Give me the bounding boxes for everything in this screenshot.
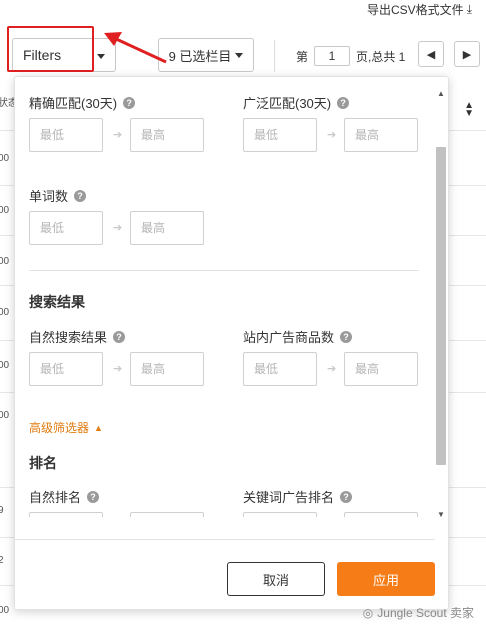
panel-scrollbar[interactable]: ▲ ▼ [434,89,448,519]
watermark-text: Jungle Scout 卖家 [377,606,474,620]
ranking-title: 排名 [29,455,57,471]
filters-panel-body: 精确匹配(30天) ? 最低 ➔ 最高 广泛匹配(30天) ? 最低 ➔ 最高 … [15,77,435,517]
organic-results-text: 自然搜索结果 [29,330,108,345]
help-icon[interactable]: ? [87,490,100,503]
sponsored-products-min-input[interactable]: 最低 [243,352,317,386]
word-count-min-input[interactable]: 最低 [29,211,103,245]
sort-icon[interactable]: ▲ ▼ [464,101,474,119]
table-cell-fragment: 00 [0,605,10,616]
page-number-input[interactable]: 1 [314,46,351,66]
next-page-button[interactable]: ▶ [454,41,480,67]
advanced-filters-text: 高级筛选器 [29,421,90,435]
help-icon[interactable]: ? [337,96,350,109]
broad-match-min-input[interactable]: 最低 [243,118,317,152]
highlight-box [7,26,94,72]
search-results-title: 搜索结果 [29,294,85,310]
help-icon[interactable]: ? [113,330,126,343]
help-icon[interactable]: ? [340,490,353,503]
columns-label: 9 已选栏目 [168,48,232,64]
organic-results-min-input[interactable]: 最低 [29,352,103,386]
sponsored-rank-min-input[interactable] [243,512,317,517]
section-divider [29,270,419,271]
help-icon[interactable]: ? [123,96,136,109]
arrow-right-icon: ➔ [327,363,337,375]
prev-page-button[interactable]: ◀ [418,41,444,67]
sponsored-products-max-input[interactable]: 最高 [344,352,418,386]
word-count-text: 单词数 [29,189,69,204]
broad-match-max-input[interactable]: 最高 [344,118,418,152]
caret-down-icon [235,52,244,58]
help-icon[interactable]: ? [340,330,353,343]
filters-panel: 精确匹配(30天) ? 最低 ➔ 最高 广泛匹配(30天) ? 最低 ➔ 最高 … [14,76,449,610]
watermark: ◎ Jungle Scout 卖家 [363,604,474,621]
wechat-icon: ◎ [362,605,374,620]
table-cell-fragment: 00 [0,410,10,421]
broad-match-label: 广泛匹配(30天) ? [243,93,350,112]
advanced-filters-toggle[interactable]: 高级筛选器 ▲ [29,419,103,436]
apply-button[interactable]: 应用 [337,562,435,596]
arrow-right-icon: ➔ [327,129,337,141]
page-suffix: 页,总共 1 [356,49,406,64]
arrow-right-icon: ➔ [113,363,123,375]
scrollbar-thumb[interactable] [436,147,446,465]
sponsored-rank-label: 关键词广告排名 ? [243,487,353,506]
exact-match-label: 精确匹配(30天) ? [29,93,136,112]
table-cell-fragment: 00 [0,153,10,164]
word-count-max-input[interactable]: 最高 [130,211,204,245]
organic-rank-min-input[interactable] [29,512,103,517]
table-cell-fragment: 00 [0,360,10,371]
cancel-button[interactable]: 取消 [227,562,325,596]
pagination: 第 1 页,总共 1 [296,46,405,66]
chevron-right-icon: ▶ [462,48,472,61]
exact-match-text: 精确匹配(30天) [29,96,118,111]
sponsored-rank-max-input[interactable] [344,512,418,517]
table-cell-fragment: 2 [0,555,4,566]
organic-results-label: 自然搜索结果 ? [29,327,126,346]
exact-match-min-input[interactable]: 最低 [29,118,103,152]
arrow-right-icon: ➔ [113,129,123,141]
download-icon: ⤓ [466,1,472,16]
export-csv-link[interactable]: 导出CSV格式文件 ⤓ [367,0,472,18]
filters-panel-footer: 取消 应用 [15,539,435,609]
table-cell-fragment: 00 [0,307,10,318]
word-count-label: 单词数 ? [29,186,87,205]
organic-results-max-input[interactable]: 最高 [130,352,204,386]
table-cell-fragment: 00 [0,256,10,267]
exact-match-max-input[interactable]: 最高 [130,118,204,152]
columns-selector-button[interactable]: 9 已选栏目 [158,38,254,72]
sponsored-products-text: 站内广告商品数 [243,330,335,345]
organic-rank-text: 自然排名 [29,490,82,505]
toolbar-divider [274,40,275,72]
organic-rank-label: 自然排名 ? [29,487,100,506]
sponsored-rank-text: 关键词广告排名 [243,490,335,505]
table-cell-fragment: 00 [0,205,10,216]
sponsored-products-label: 站内广告商品数 ? [243,327,353,346]
arrow-right-icon: ➔ [113,222,123,234]
chevron-up-icon: ▲ [94,422,103,433]
chevron-left-icon: ◀ [426,48,436,61]
scroll-up-icon[interactable]: ▲ [437,89,445,98]
page-prefix: 第 [296,49,309,64]
export-label: 导出CSV格式文件 [367,2,464,17]
table-cell-fragment: 9 [0,505,4,516]
scroll-down-icon[interactable]: ▼ [437,510,445,519]
organic-rank-max-input[interactable] [130,512,204,517]
broad-match-text: 广泛匹配(30天) [243,96,332,111]
help-icon[interactable]: ? [74,189,87,202]
annotation-arrow-icon [104,32,167,64]
